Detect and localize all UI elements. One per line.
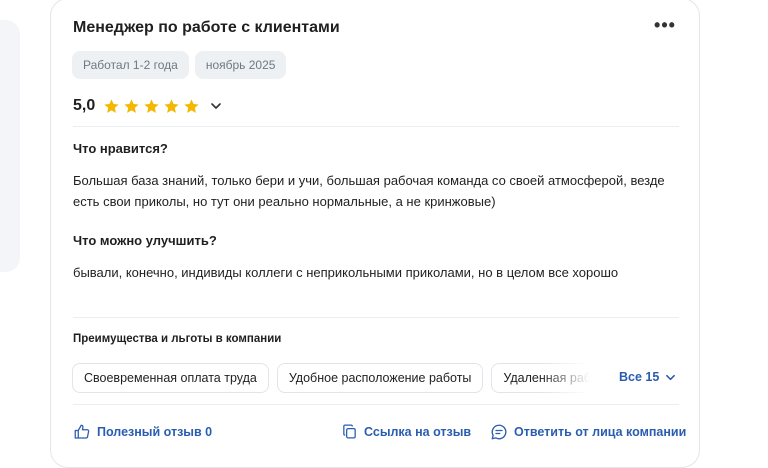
rating-stars (103, 98, 200, 115)
perk-chip: Удобное расположение работы (276, 363, 484, 393)
perks-title: Преимущества и льготы в компании (73, 333, 282, 345)
all-perks-label: Все 15 (619, 370, 660, 384)
chevron-down-icon[interactable] (210, 100, 222, 112)
star-icon (104, 98, 119, 113)
star-icon (124, 98, 139, 113)
side-panel (0, 20, 20, 272)
review-title: Менеджер по работе с клиентами (73, 19, 340, 36)
divider (73, 126, 679, 127)
pros-label: Что нравится? (73, 141, 168, 156)
perk-chip: Удаленная работа (491, 363, 602, 393)
star-icon (144, 98, 159, 113)
review-link-label: Ссылка на отзыв (364, 424, 472, 439)
all-perks-button[interactable]: Все 15 (619, 370, 676, 384)
helpful-label: Полезный отзыв 0 (97, 425, 213, 439)
review-card: Менеджер по работе с клиентами ••• Работ… (50, 0, 700, 468)
pros-text: Большая база знаний, только бери и учи, … (73, 173, 665, 209)
star-icon (184, 98, 199, 113)
tenure-chip: Работал 1-2 года (72, 51, 189, 79)
date-chip: ноябрь 2025 (194, 51, 287, 79)
review-meta-chips: Работал 1-2 года ноябрь 2025 (72, 51, 287, 79)
perk-chip: Своевременная оплата труда (72, 363, 269, 393)
perks-list: Своевременная оплата труда Удобное распо… (72, 363, 602, 393)
divider (73, 404, 679, 405)
reply-label: Ответить от лица компании (514, 425, 687, 439)
review-link-button[interactable]: Ссылка на отзыв (341, 423, 471, 440)
divider (73, 317, 679, 318)
rating-row: 5,0 (73, 97, 222, 115)
chat-reply-icon (491, 424, 507, 440)
more-icon[interactable]: ••• (653, 13, 677, 37)
reply-button[interactable]: Ответить от лица компании (490, 423, 686, 441)
cons-label: Что можно улучшить? (73, 233, 217, 248)
cons-text: бывали, конечно, индивиды коллеги с непр… (73, 265, 619, 280)
rating-value: 5,0 (73, 97, 96, 114)
thumbs-up-icon (74, 424, 90, 439)
chevron-down-icon (666, 374, 676, 380)
copy-link-icon (343, 424, 356, 439)
helpful-button[interactable]: Полезный отзыв 0 (73, 423, 212, 441)
star-icon (164, 98, 179, 113)
